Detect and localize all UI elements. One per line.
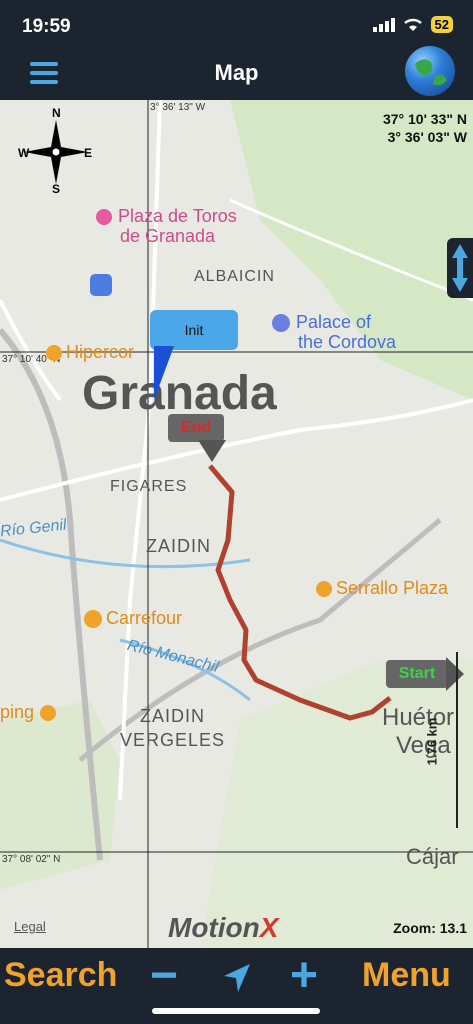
shopping-icon [316, 581, 332, 598]
place-ping: ping [0, 702, 57, 723]
scale-bar [456, 652, 458, 828]
brand-logo: MotionX [168, 912, 279, 943]
place-figares: FIGARES [110, 478, 188, 495]
battery-icon: 52 [430, 16, 453, 33]
cart-icon [84, 610, 102, 629]
end-marker[interactable]: End [168, 414, 226, 462]
home-indicator [152, 1008, 320, 1014]
shopping-icon [46, 345, 62, 362]
grid-label-lon: 3° 36' 13" W [150, 102, 206, 113]
status-icons: 52 [372, 16, 453, 33]
place-carrefour[interactable]: Carrefour [84, 608, 182, 629]
start-marker[interactable]: Start [386, 657, 464, 691]
compass-e: E [84, 146, 93, 160]
place-plaza-toros[interactable]: Plaza de Toros de Granada [96, 206, 237, 246]
landmark-icon [272, 314, 290, 333]
status-time: 19:59 [22, 16, 71, 37]
grid-label-lat-bottom: 37° 08' 02" N [2, 854, 61, 865]
place-hipercor[interactable]: Hipercor [46, 342, 134, 363]
compass-n: N [52, 106, 61, 120]
map-view[interactable]: 37° 10' 33" N 3° 36' 03" W 3° 36' 13" W … [0, 100, 473, 948]
init-pointer-icon [154, 346, 174, 400]
zoom-readout: Zoom: 13.1 [393, 920, 467, 936]
latitude-text: 37° 10' 33" N [382, 111, 467, 127]
location-arrow-icon [224, 964, 250, 992]
menu-button[interactable]: Menu [362, 956, 451, 995]
coordinates-readout: 37° 10' 33" N 3° 36' 03" W [383, 110, 467, 146]
place-zaidin: ZAIDIN [146, 536, 212, 556]
zoom-out-button[interactable]: − [150, 948, 178, 1003]
zoom-in-button[interactable]: + [290, 948, 318, 1003]
pin-icon [96, 209, 112, 226]
updown-arrow-icon [452, 244, 468, 292]
place-serrallo[interactable]: Serrallo Plaza [316, 578, 448, 599]
place-albaicin: ALBAICIN [194, 268, 275, 285]
legal-link[interactable]: Legal [14, 919, 46, 934]
place-huetor: Huétor Vega [382, 704, 455, 759]
globe-icon[interactable] [405, 46, 455, 96]
transit-icon[interactable] [90, 274, 112, 296]
init-marker[interactable]: Init [150, 310, 238, 400]
signal-icon [372, 17, 395, 32]
search-button[interactable]: Search [4, 956, 117, 995]
shopping-icon [40, 705, 57, 722]
locate-button[interactable] [222, 962, 252, 999]
longitude-text: 3° 36' 03" W [387, 129, 467, 145]
compass-s: S [52, 182, 61, 196]
compass-rose[interactable]: N S W E [16, 106, 96, 196]
scale-label: 1.76 km [424, 717, 440, 766]
place-palace[interactable]: Palace of the Cordova [272, 312, 396, 352]
updown-toggle-button[interactable] [447, 238, 473, 298]
place-zaidin-vergeles: ZAIDIN VERGELES [120, 706, 226, 750]
page-title: Map [214, 60, 259, 85]
navbar: Map [0, 46, 473, 100]
end-pointer-icon [198, 440, 226, 462]
status-bar: 19:59 52 [0, 0, 473, 50]
wifi-icon [403, 18, 422, 31]
compass-w: W [18, 146, 30, 160]
place-cajar: Cájar [406, 844, 459, 869]
